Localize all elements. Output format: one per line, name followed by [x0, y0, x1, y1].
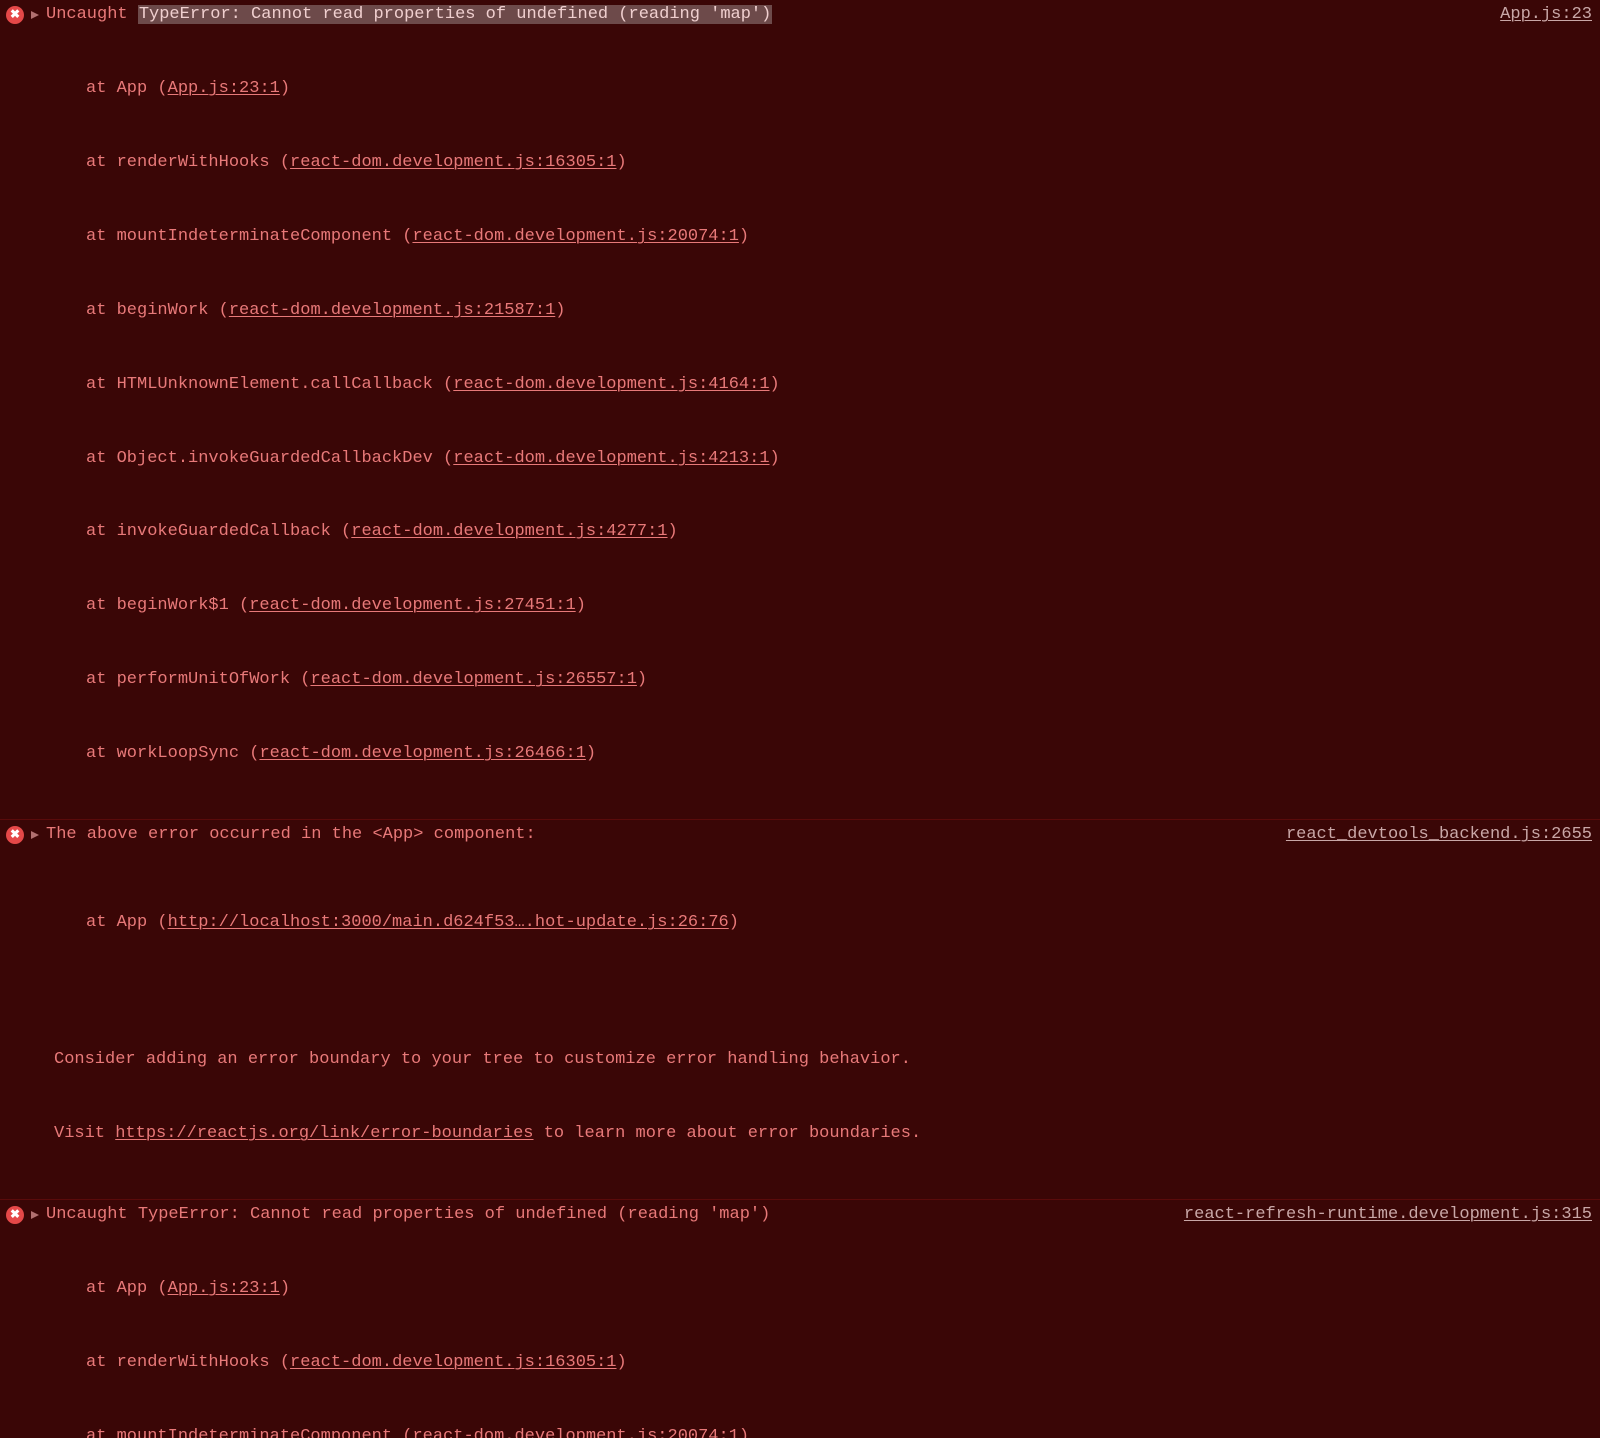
- stack-trace: at App (App.js:23:1) at renderWithHooks …: [6, 28, 1592, 817]
- expand-toggle[interactable]: [30, 830, 40, 840]
- expand-toggle[interactable]: [30, 1210, 40, 1220]
- stack-frame: at mountIndeterminateComponent (react-do…: [86, 1425, 1592, 1438]
- advice-line: Visit https://reactjs.org/link/error-bou…: [54, 1122, 1592, 1147]
- stack-frame: at renderWithHooks (react-dom.developmen…: [86, 151, 1592, 176]
- console-error-entry: ✖ Uncaught TypeError: Cannot read proper…: [0, 1199, 1600, 1438]
- error-message: The above error occurred in the <App> co…: [46, 823, 1268, 848]
- stack-frame: at mountIndeterminateComponent (react-do…: [86, 225, 1592, 250]
- error-prefix: Uncaught: [46, 5, 138, 24]
- error-header-row: ✖ Uncaught TypeError: Cannot read proper…: [6, 1203, 1592, 1228]
- stack-frame: at invokeGuardedCallback (react-dom.deve…: [86, 520, 1592, 545]
- stack-link[interactable]: App.js:23:1: [168, 79, 280, 98]
- stack-link[interactable]: react-dom.development.js:4164:1: [453, 375, 769, 394]
- stack-link[interactable]: http://localhost:3000/main.d624f53….hot-…: [168, 913, 729, 932]
- expand-toggle[interactable]: [30, 10, 40, 20]
- stack-link[interactable]: react-dom.development.js:16305:1: [290, 153, 616, 172]
- advice-line: Consider adding an error boundary to you…: [54, 1048, 1592, 1073]
- error-message: Uncaught TypeError: Cannot read properti…: [46, 3, 1482, 28]
- source-link[interactable]: App.js:23: [1500, 3, 1592, 28]
- stack-frame: at HTMLUnknownElement.callCallback (reac…: [86, 373, 1592, 398]
- stack-trace: at App (http://localhost:3000/main.d624f…: [6, 862, 1592, 985]
- stack-link[interactable]: react-dom.development.js:20074:1: [412, 227, 738, 246]
- stack-frame: at App (http://localhost:3000/main.d624f…: [54, 911, 1592, 936]
- console-panel: ✖ Uncaught TypeError: Cannot read proper…: [0, 0, 1600, 1438]
- stack-trace: at App (App.js:23:1) at renderWithHooks …: [6, 1228, 1592, 1438]
- stack-frame: at performUnitOfWork (react-dom.developm…: [86, 668, 1592, 693]
- stack-link[interactable]: react-dom.development.js:4277:1: [351, 522, 667, 541]
- stack-frame: at beginWork$1 (react-dom.development.js…: [86, 594, 1592, 619]
- error-message: Uncaught TypeError: Cannot read properti…: [46, 1203, 1166, 1228]
- stack-frame: at beginWork (react-dom.development.js:2…: [86, 299, 1592, 324]
- error-icon: ✖: [6, 6, 24, 24]
- stack-link[interactable]: react-dom.development.js:16305:1: [290, 1353, 616, 1372]
- error-icon: ✖: [6, 1206, 24, 1224]
- stack-frame: at App (App.js:23:1): [86, 77, 1592, 102]
- stack-link[interactable]: react-dom.development.js:26466:1: [259, 744, 585, 763]
- stack-link[interactable]: react-dom.development.js:20074:1: [412, 1427, 738, 1438]
- advice-link[interactable]: https://reactjs.org/link/error-boundarie…: [115, 1124, 533, 1143]
- stack-frame: at Object.invokeGuardedCallbackDev (reac…: [86, 447, 1592, 472]
- stack-link[interactable]: App.js:23:1: [168, 1279, 280, 1298]
- error-header-row: ✖ The above error occurred in the <App> …: [6, 823, 1592, 848]
- error-highlight: TypeError: Cannot read properties of und…: [138, 5, 773, 24]
- stack-frame: at renderWithHooks (react-dom.developmen…: [86, 1351, 1592, 1376]
- console-error-entry: ✖ The above error occurred in the <App> …: [0, 819, 1600, 1199]
- stack-frame: at App (App.js:23:1): [86, 1277, 1592, 1302]
- stack-link[interactable]: react-dom.development.js:4213:1: [453, 449, 769, 468]
- console-error-entry: ✖ Uncaught TypeError: Cannot read proper…: [0, 0, 1600, 819]
- stack-link[interactable]: react-dom.development.js:21587:1: [229, 301, 555, 320]
- error-header-row: ✖ Uncaught TypeError: Cannot read proper…: [6, 3, 1592, 28]
- source-link[interactable]: react-refresh-runtime.development.js:315: [1184, 1203, 1592, 1228]
- stack-frame: at workLoopSync (react-dom.development.j…: [86, 742, 1592, 767]
- stack-link[interactable]: react-dom.development.js:27451:1: [249, 596, 575, 615]
- source-link[interactable]: react_devtools_backend.js:2655: [1286, 823, 1592, 848]
- stack-link[interactable]: react-dom.development.js:26557:1: [310, 670, 636, 689]
- error-advice: Consider adding an error boundary to you…: [6, 999, 1592, 1196]
- error-icon: ✖: [6, 826, 24, 844]
